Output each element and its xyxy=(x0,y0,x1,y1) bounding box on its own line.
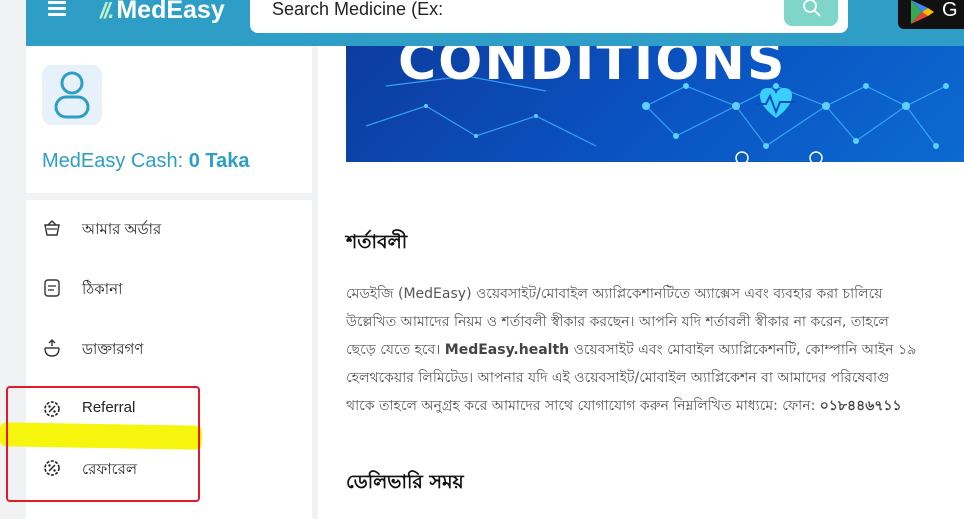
sidebar-item-address[interactable]: ঠিকানা xyxy=(26,268,312,308)
paragraph-line: উল্লেখিত আমাদের নিয়ম ও শর্তাবলী স্বীকার… xyxy=(346,314,889,330)
doctor-icon xyxy=(44,339,60,357)
sidebar-item-label: আমার অর্ডার xyxy=(82,221,162,238)
section-title-delivery: ডেলিভারি সময় xyxy=(346,471,464,493)
play-store-icon xyxy=(911,0,934,24)
logo[interactable]: //. MedEasy xyxy=(100,0,225,25)
paragraph-text: থাকে তাহলে অনুগ্রহ করে আমাদের সাথে যোগায… xyxy=(346,398,820,414)
sidebar-item-orders[interactable]: আমার অর্ডার xyxy=(26,208,312,248)
address-icon xyxy=(44,279,60,297)
top-header: //. MedEasy Search Medicine (Ex: G xyxy=(26,0,964,46)
paragraph-text: ছেড়ে যেতে হবে। xyxy=(346,342,445,358)
search-icon xyxy=(803,0,821,17)
google-play-badge[interactable]: G xyxy=(898,0,964,29)
main-content: CONDITIONS শর্তাবলী মেডইজি (MedEasy) ওয়… xyxy=(318,46,964,519)
medeasy-cash: MedEasy Cash: 0 Taka xyxy=(42,150,250,173)
search-button[interactable] xyxy=(784,0,838,26)
cash-value: 0 Taka xyxy=(188,150,250,172)
paragraph-line: ছেড়ে যেতে হবে। MedEasy.health ওয়েবসাইট… xyxy=(346,336,964,364)
avatar[interactable] xyxy=(42,65,102,125)
paragraph-line: হেলথকেয়ার লিমিটেড। আপনার যদি এই ওয়েবসা… xyxy=(346,370,890,386)
sidebar-item-label: ডাক্তারগণ xyxy=(82,341,144,358)
divider xyxy=(26,193,312,200)
paragraph-line: থাকে তাহলে অনুগ্রহ করে আমাদের সাথে যোগায… xyxy=(346,392,964,420)
red-box-annotation xyxy=(6,386,200,502)
menu-icon[interactable] xyxy=(48,0,66,18)
section-title-terms: শর্তাবলী xyxy=(346,231,408,253)
user-icon xyxy=(54,71,90,119)
profile-card: MedEasy Cash: 0 Taka xyxy=(26,46,312,193)
sidebar-item-doctors[interactable]: ডাক্তারগণ xyxy=(26,328,312,368)
basket-icon xyxy=(44,220,60,236)
phone-number: ০১৮৪৪৬৭১১ xyxy=(819,398,902,414)
cash-label: MedEasy Cash: xyxy=(42,150,184,172)
banner-title: CONDITIONS xyxy=(398,46,787,92)
terms-paragraph: মেডইজি (MedEasy) ওয়েবসাইট/মোবাইল অ্যাপ্… xyxy=(346,280,964,420)
search-input[interactable]: Search Medicine (Ex: xyxy=(272,0,443,20)
search-bar[interactable]: Search Medicine (Ex: xyxy=(250,0,848,33)
paragraph-line: মেডইজি (MedEasy) ওয়েবসাইট/মোবাইল অ্যাপ্… xyxy=(346,286,883,302)
sidebar-item-label: ঠিকানা xyxy=(82,281,123,298)
logo-text: MedEasy xyxy=(116,0,225,24)
site-name: MedEasy.health xyxy=(444,342,570,358)
play-badge-text: G xyxy=(942,0,958,21)
paragraph-text: ওয়েবসাইট এবং মোবাইল অ্যাপ্লিকেশনটি, কোম… xyxy=(569,342,917,358)
banner-image: CONDITIONS xyxy=(346,46,964,162)
logo-mark: //. xyxy=(100,0,114,23)
